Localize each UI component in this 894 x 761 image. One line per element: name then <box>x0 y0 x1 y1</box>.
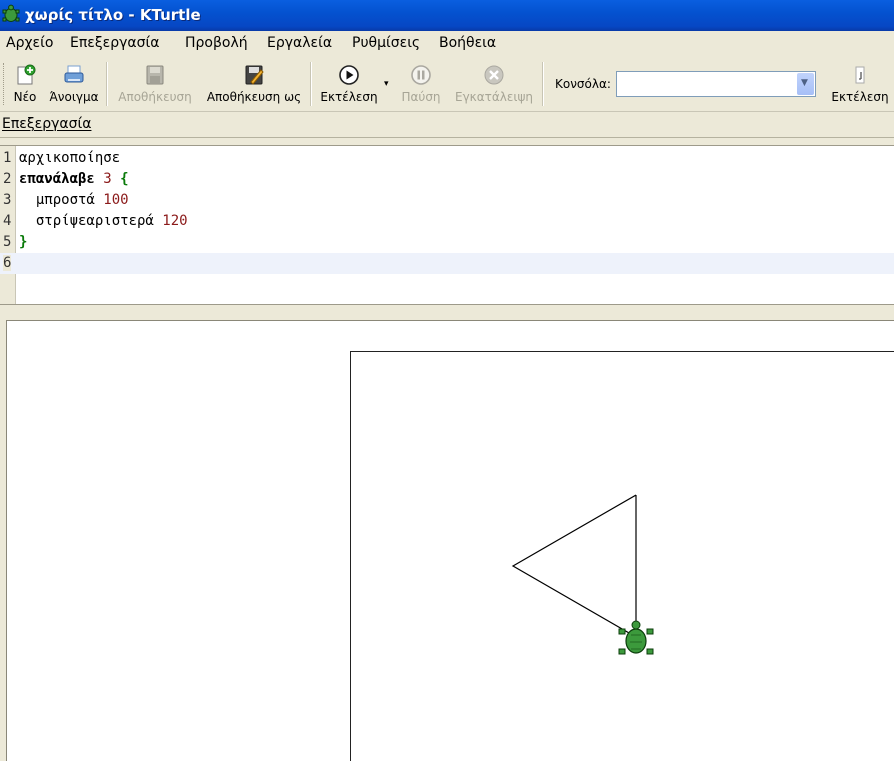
triangle-path <box>511 494 637 639</box>
turtle-icon <box>618 620 654 655</box>
turtle-drawing <box>511 494 654 655</box>
